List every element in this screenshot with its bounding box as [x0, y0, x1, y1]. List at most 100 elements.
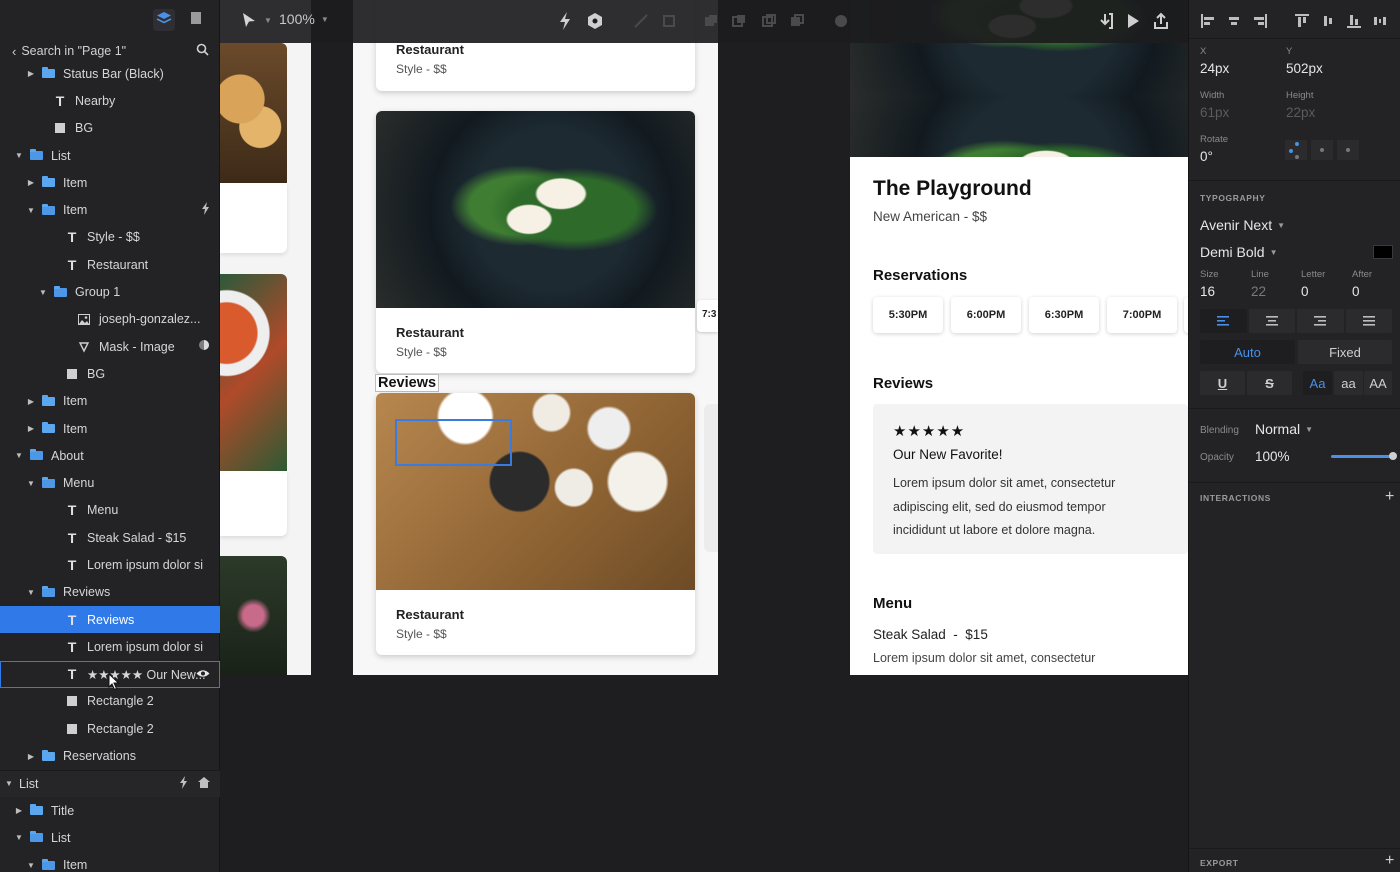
component-icon[interactable] — [586, 12, 604, 30]
flip-vertical-icon[interactable] — [1311, 140, 1333, 160]
layer-row[interactable]: ▶ Item — [0, 169, 220, 196]
font-family-select[interactable]: Avenir Next ▼ — [1200, 217, 1285, 233]
artboard-detail[interactable]: The Playground New American - $$ Reserva… — [850, 0, 1188, 675]
layer-row[interactable]: ▼ List — [0, 769, 220, 798]
layers-tab[interactable] — [153, 9, 175, 31]
layer-row[interactable]: T Steak Salad - $15 — [0, 524, 220, 551]
expand-caret-icon[interactable]: ▶ — [26, 397, 36, 406]
lightning-icon[interactable] — [179, 775, 188, 792]
collapse-caret-icon[interactable]: ▼ — [38, 288, 48, 297]
layer-row[interactable]: Rectangle 2 — [0, 715, 220, 742]
artboard-list-middle[interactable]: Restaurant Style - $$ Restaurant Style -… — [353, 0, 718, 675]
align-text-right-button[interactable] — [1297, 309, 1344, 333]
zoom-dropdown[interactable]: 100% ▼ — [279, 11, 329, 27]
align-middle-v-icon[interactable] — [1321, 14, 1335, 30]
align-text-justify-button[interactable] — [1345, 309, 1392, 333]
align-left-icon[interactable] — [1201, 14, 1215, 30]
layer-row[interactable]: T Menu — [0, 497, 220, 524]
distribute-icon[interactable] — [1373, 14, 1387, 30]
underline-button[interactable]: U — [1200, 371, 1245, 395]
lightning-icon[interactable] — [201, 202, 210, 218]
restaurant-card[interactable]: Restaurant Style - $$ — [376, 111, 695, 373]
eye-icon[interactable] — [196, 667, 210, 681]
after-value[interactable]: 0 — [1352, 284, 1360, 299]
mask-toggle-icon[interactable] — [198, 339, 210, 354]
layer-row[interactable]: ▶ Title — [0, 797, 220, 824]
layer-row[interactable]: T Reviews — [0, 605, 220, 634]
import-icon[interactable] — [1096, 12, 1114, 30]
collapse-caret-icon[interactable]: ▼ — [4, 779, 14, 788]
expand-caret-icon[interactable]: ▶ — [14, 806, 24, 815]
layer-row[interactable]: ▼ Menu — [0, 469, 220, 496]
x-value[interactable]: 24px — [1200, 61, 1229, 76]
layer-row[interactable]: ▼ Item — [0, 196, 220, 223]
home-icon[interactable] — [198, 776, 210, 791]
font-weight-select[interactable]: Demi Bold ▼ — [1200, 244, 1278, 260]
auto-width-button[interactable]: Auto — [1200, 340, 1295, 364]
expand-caret-icon[interactable]: ▶ — [26, 178, 36, 187]
review-card[interactable]: ★★★★★ Our New Favorite! Lorem ipsum dolo… — [873, 404, 1188, 554]
strikethrough-button[interactable]: S — [1247, 371, 1292, 395]
layer-row[interactable]: BG — [0, 115, 220, 142]
align-text-center-button[interactable] — [1248, 309, 1295, 333]
layer-search[interactable]: ‹ Search in "Page 1" — [0, 40, 219, 62]
lightning-icon[interactable] — [556, 12, 574, 30]
blending-select[interactable]: Normal ▼ — [1255, 421, 1313, 437]
layer-row[interactable]: ▼ About — [0, 442, 220, 469]
collapse-caret-icon[interactable]: ▼ — [14, 833, 24, 842]
layer-row[interactable]: ▶ Reservations — [0, 742, 220, 769]
collapse-caret-icon[interactable]: ▼ — [26, 479, 36, 488]
add-interaction-button[interactable]: + — [1385, 488, 1394, 506]
layer-row[interactable]: T Lorem ipsum dolor si — [0, 633, 220, 660]
letter-value[interactable]: 0 — [1301, 284, 1309, 299]
layer-row[interactable]: T Restaurant — [0, 251, 220, 278]
align-center-h-icon[interactable] — [1227, 14, 1241, 30]
layer-row[interactable]: ▼ Reviews — [0, 579, 220, 606]
artboard-list-left[interactable] — [220, 0, 311, 675]
width-value[interactable]: 61px — [1200, 105, 1229, 120]
collapse-caret-icon[interactable]: ▼ — [26, 861, 36, 870]
text-color-swatch[interactable] — [1373, 245, 1393, 259]
layer-row[interactable]: ▼ List — [0, 142, 220, 169]
case-sentence-button[interactable]: Aa — [1303, 371, 1332, 395]
canvas[interactable]: Restaurant Style - $$ Restaurant Style -… — [220, 0, 1188, 872]
case-lower-button[interactable]: aa — [1334, 371, 1363, 395]
add-export-button[interactable]: + — [1385, 852, 1394, 870]
layer-row[interactable]: T Nearby — [0, 87, 220, 114]
y-value[interactable]: 502px — [1286, 61, 1323, 76]
align-right-icon[interactable] — [1253, 14, 1267, 30]
layer-row[interactable]: ▼ Item — [0, 852, 220, 872]
expand-caret-icon[interactable]: ▶ — [26, 752, 36, 761]
collapse-caret-icon[interactable]: ▼ — [26, 588, 36, 597]
flip-both-icon[interactable] — [1337, 140, 1359, 160]
align-top-icon[interactable] — [1295, 14, 1309, 30]
search-icon[interactable] — [196, 43, 209, 59]
layer-row[interactable]: T Lorem ipsum dolor si — [0, 551, 220, 578]
reviews-drag-label[interactable]: Reviews — [375, 374, 440, 392]
rotate-value[interactable]: 0° — [1200, 149, 1213, 164]
flip-horizontal-icon[interactable] — [1285, 140, 1307, 160]
select-tool[interactable]: ▼ — [240, 11, 272, 29]
layer-row[interactable]: joseph-gonzalez... — [0, 306, 220, 333]
time-slot[interactable]: 6:00PM — [951, 297, 1021, 333]
line-value[interactable]: 22 — [1251, 284, 1266, 299]
size-value[interactable]: 16 — [1200, 284, 1215, 299]
fixed-width-button[interactable]: Fixed — [1298, 340, 1392, 364]
align-text-left-button[interactable] — [1200, 309, 1247, 333]
layer-row[interactable]: BG — [0, 360, 220, 387]
restaurant-card[interactable]: Restaurant Style - $$ — [376, 393, 695, 655]
play-icon[interactable] — [1124, 12, 1142, 30]
expand-caret-icon[interactable]: ▶ — [26, 69, 36, 78]
expand-caret-icon[interactable]: ▶ — [26, 424, 36, 433]
layer-row[interactable]: ▼ Group 1 — [0, 278, 220, 305]
layer-row[interactable]: ▶ Status Bar (Black) — [0, 60, 220, 87]
opacity-value[interactable]: 100% — [1255, 449, 1290, 464]
layer-row[interactable]: ▶ Item — [0, 388, 220, 415]
layer-row[interactable]: Mask - Image — [0, 333, 220, 360]
case-upper-button[interactable]: AA — [1364, 371, 1392, 395]
time-slot[interactable]: 6:30PM — [1029, 297, 1099, 333]
height-value[interactable]: 22px — [1286, 105, 1315, 120]
assets-tab[interactable] — [185, 9, 207, 31]
layer-row[interactable]: T Style - $$ — [0, 224, 220, 251]
layer-row[interactable]: ▼ List — [0, 824, 220, 851]
